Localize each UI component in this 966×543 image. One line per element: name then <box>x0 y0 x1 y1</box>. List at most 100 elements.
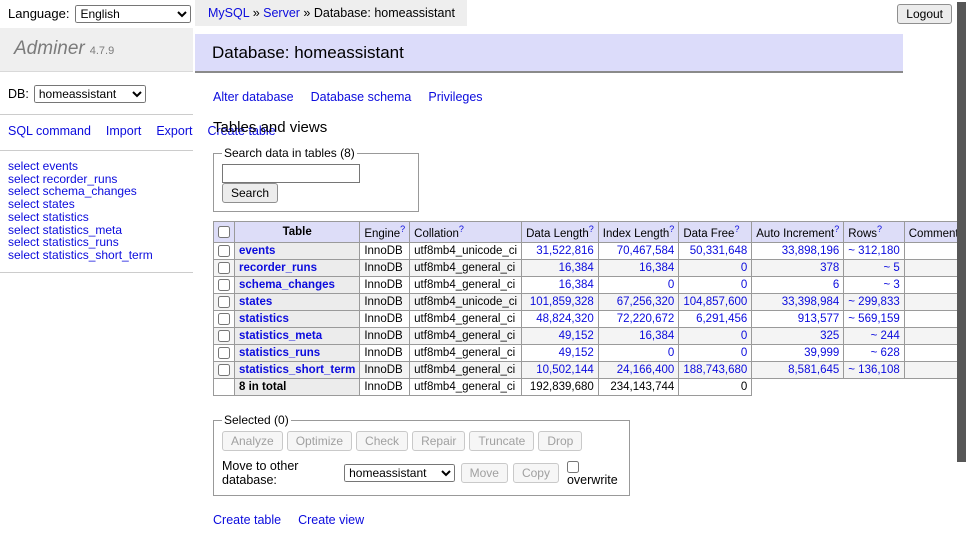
sidebar-select-statistics[interactable]: select statistics <box>8 211 185 224</box>
data-free-value[interactable]: 0 <box>741 279 747 291</box>
index-length-value[interactable]: 0 <box>668 347 674 359</box>
auto-increment-value[interactable]: 33,898,196 <box>782 245 840 257</box>
scrollbar-thumb[interactable] <box>957 2 966 462</box>
copy-button[interactable]: Copy <box>513 463 559 483</box>
table-link-statistics-runs[interactable]: statistics_runs <box>239 347 320 359</box>
column-label: Data Free <box>683 228 734 240</box>
table-link-schema-changes[interactable]: schema_changes <box>239 279 335 291</box>
row-checkbox[interactable] <box>218 347 230 359</box>
drop-button[interactable]: Drop <box>538 431 582 451</box>
db-select[interactable]: homeassistant <box>34 85 146 103</box>
row-checkbox[interactable] <box>218 313 230 325</box>
auto-increment-value[interactable]: 33,398,984 <box>782 296 840 308</box>
rows-approx-value[interactable]: ~ 244 <box>871 330 900 342</box>
data-free-value[interactable]: 0 <box>741 262 747 274</box>
breadcrumb-link-mysql[interactable]: MySQL <box>208 6 249 20</box>
table-link-statistics[interactable]: statistics <box>239 313 289 325</box>
index-length-value[interactable]: 0 <box>668 279 674 291</box>
auto-increment-value[interactable]: 913,577 <box>798 313 840 325</box>
row-checkbox[interactable] <box>218 262 230 274</box>
sidebar-select-events[interactable]: select events <box>8 160 185 173</box>
help-link[interactable]: ? <box>834 224 839 234</box>
search-button[interactable]: Search <box>222 183 278 203</box>
index-length-value[interactable]: 72,220,672 <box>617 313 675 325</box>
table-row: statistics_runsInnoDButf8mb4_general_ci4… <box>214 345 966 362</box>
column-header-collation: Collation? <box>410 222 522 243</box>
table-link-events[interactable]: events <box>239 245 275 257</box>
help-link[interactable]: ? <box>734 224 739 234</box>
index-length-value[interactable]: 16,384 <box>639 330 674 342</box>
data-free-value[interactable]: 188,743,680 <box>683 364 747 376</box>
data-length-value[interactable]: 49,152 <box>559 330 594 342</box>
overwrite-checkbox[interactable] <box>567 461 579 473</box>
index-length-value[interactable]: 24,166,400 <box>617 364 675 376</box>
search-input[interactable] <box>222 164 360 183</box>
data-length-value[interactable]: 48,824,320 <box>536 313 594 325</box>
rows-approx-value[interactable]: ~ 3 <box>883 279 899 291</box>
optimize-button[interactable]: Optimize <box>287 431 352 451</box>
data-free-value[interactable]: 50,331,648 <box>690 245 748 257</box>
move-button[interactable]: Move <box>461 463 508 483</box>
sidebar-select-statistics-short-term[interactable]: select statistics_short_term <box>8 249 185 262</box>
row-select-cell <box>214 259 235 276</box>
select-all-checkbox[interactable] <box>218 226 230 238</box>
index-length-value[interactable]: 70,467,584 <box>617 245 675 257</box>
selected-legend: Selected (0) <box>222 413 291 427</box>
table-link-statistics-meta[interactable]: statistics_meta <box>239 330 322 342</box>
help-link[interactable]: ? <box>669 224 674 234</box>
link-alter-database[interactable]: Alter database <box>213 90 294 104</box>
data-free-value[interactable]: 0 <box>741 347 747 359</box>
rows-approx-value[interactable]: ~ 5 <box>883 262 899 274</box>
rows-approx-value[interactable]: ~ 628 <box>871 347 900 359</box>
help-link[interactable]: ? <box>877 224 882 234</box>
rows-approx-value[interactable]: ~ 312,180 <box>848 245 899 257</box>
row-checkbox[interactable] <box>218 279 230 291</box>
data-length-value[interactable]: 49,152 <box>559 347 594 359</box>
row-checkbox[interactable] <box>218 330 230 342</box>
link-create-table[interactable]: Create table <box>213 513 281 527</box>
help-link[interactable]: ? <box>589 224 594 234</box>
truncate-button[interactable]: Truncate <box>469 431 534 451</box>
language-select[interactable]: English <box>75 5 191 23</box>
data-length-value[interactable]: 10,502,144 <box>536 364 594 376</box>
data-length-value[interactable]: 16,384 <box>559 262 594 274</box>
data-free-value[interactable]: 104,857,600 <box>683 296 747 308</box>
data-free-value[interactable]: 6,291,456 <box>696 313 747 325</box>
data-length-value[interactable]: 31,522,816 <box>536 245 594 257</box>
auto-increment-value[interactable]: 6 <box>833 279 839 291</box>
help-link[interactable]: ? <box>400 224 405 234</box>
move-db-select[interactable]: homeassistant <box>344 464 455 482</box>
rows-approx-value[interactable]: ~ 569,159 <box>848 313 899 325</box>
data-length-value[interactable]: 16,384 <box>559 279 594 291</box>
index-length-value[interactable]: 67,256,320 <box>617 296 675 308</box>
auto-increment-value[interactable]: 39,999 <box>804 347 839 359</box>
auto-increment-value[interactable]: 325 <box>820 330 839 342</box>
auto-increment-value[interactable]: 8,581,645 <box>788 364 839 376</box>
sidebar-link-import[interactable]: Import <box>106 124 141 138</box>
link-privileges[interactable]: Privileges <box>428 90 482 104</box>
repair-button[interactable]: Repair <box>412 431 465 451</box>
data-free-value[interactable]: 0 <box>741 330 747 342</box>
table-link-states[interactable]: states <box>239 296 272 308</box>
rows-approx-value[interactable]: ~ 136,108 <box>848 364 899 376</box>
breadcrumb-link-server[interactable]: Server <box>263 6 300 20</box>
link-database-schema[interactable]: Database schema <box>311 90 412 104</box>
row-checkbox[interactable] <box>218 296 230 308</box>
link-create-view[interactable]: Create view <box>298 513 364 527</box>
analyze-button[interactable]: Analyze <box>222 431 283 451</box>
check-button[interactable]: Check <box>356 431 408 451</box>
auto-increment-value[interactable]: 378 <box>820 262 839 274</box>
rows-approx-value[interactable]: ~ 299,833 <box>848 296 899 308</box>
help-link[interactable]: ? <box>459 224 464 234</box>
index-length-value[interactable]: 16,384 <box>639 262 674 274</box>
row-checkbox[interactable] <box>218 364 230 376</box>
data-length-value[interactable]: 101,859,328 <box>530 296 594 308</box>
vertical-scrollbar[interactable] <box>957 0 966 543</box>
sidebar-select-states[interactable]: select states <box>8 198 185 211</box>
table-link-recorder-runs[interactable]: recorder_runs <box>239 262 317 274</box>
sidebar-link-sql-command[interactable]: SQL command <box>8 124 91 138</box>
table-link-statistics-short-term[interactable]: statistics_short_term <box>239 364 355 376</box>
row-checkbox[interactable] <box>218 245 230 257</box>
sidebar-link-export[interactable]: Export <box>156 124 192 138</box>
logout-button[interactable]: Logout <box>897 4 952 24</box>
